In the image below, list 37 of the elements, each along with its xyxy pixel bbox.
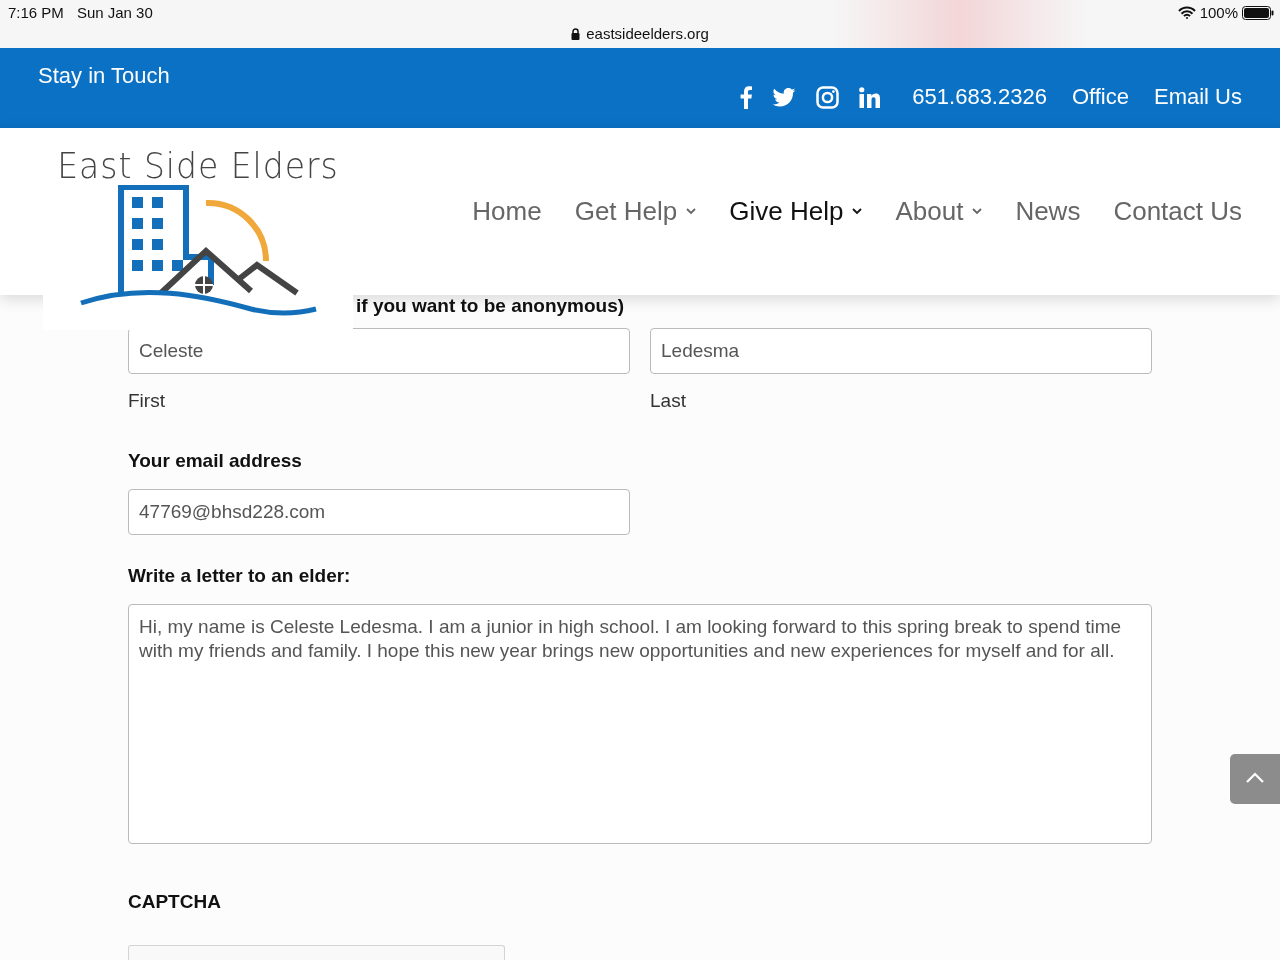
caret-icon bbox=[852, 208, 863, 215]
battery-percent: 100% bbox=[1199, 4, 1238, 21]
logo-text: East Side Elders bbox=[57, 145, 339, 186]
field-hint: if you want to be anonymous) bbox=[356, 295, 625, 316]
top-bar-link[interactable]: Email Us bbox=[1154, 84, 1242, 110]
status-date: Sun Jan 30 bbox=[76, 4, 153, 21]
lock-icon bbox=[571, 27, 581, 40]
instagram-icon[interactable] bbox=[816, 85, 840, 109]
linkedin-icon[interactable] bbox=[859, 86, 881, 108]
nav-link[interactable]: Give Help bbox=[729, 196, 863, 227]
name-field[interactable]: Ledesma bbox=[650, 328, 1152, 374]
field-sublabel: Last bbox=[650, 390, 687, 412]
phone-link[interactable]: 651.683.2326 bbox=[912, 84, 1047, 110]
wifi-icon bbox=[1177, 6, 1196, 19]
caret-icon bbox=[972, 208, 983, 215]
nav-link[interactable]: Get Help bbox=[574, 196, 697, 227]
status-time: 7:16 PM bbox=[8, 4, 64, 21]
captcha-label: CAPTCHA bbox=[128, 891, 222, 913]
nav-link[interactable]: Contact Us bbox=[1113, 196, 1242, 227]
twitter-icon[interactable] bbox=[772, 87, 797, 107]
chevron-up-icon bbox=[1245, 771, 1265, 784]
nav-link[interactable]: About bbox=[895, 196, 983, 227]
caret-icon bbox=[686, 208, 697, 215]
facebook-icon[interactable] bbox=[740, 85, 753, 109]
scroll-to-top-button[interactable] bbox=[1230, 754, 1280, 804]
email-field[interactable]: 47769@bhsd228.com bbox=[128, 489, 630, 535]
top-bar-link[interactable]: Office bbox=[1071, 84, 1129, 110]
email-label: Your email address bbox=[128, 450, 303, 472]
url-text[interactable]: eastsideelders.org bbox=[586, 25, 709, 42]
name-field[interactable]: Celeste bbox=[128, 328, 630, 374]
field-sublabel: First bbox=[128, 390, 166, 412]
battery-icon bbox=[1242, 5, 1274, 20]
letter-label: Write a letter to an elder: bbox=[128, 565, 352, 587]
nav-link[interactable]: Home bbox=[472, 196, 542, 227]
nav-link[interactable]: News bbox=[1015, 196, 1081, 227]
letter-field[interactable]: Hi, my name is Celeste Ledesma. I am a junior in high school. I am looking forward to this spring break to spend time with my friends and family. I hope this new year brings new opportunities and new experiences for myself and for all. bbox=[128, 604, 1152, 844]
stay-in-touch-heading: Stay in Touch bbox=[38, 63, 170, 88]
